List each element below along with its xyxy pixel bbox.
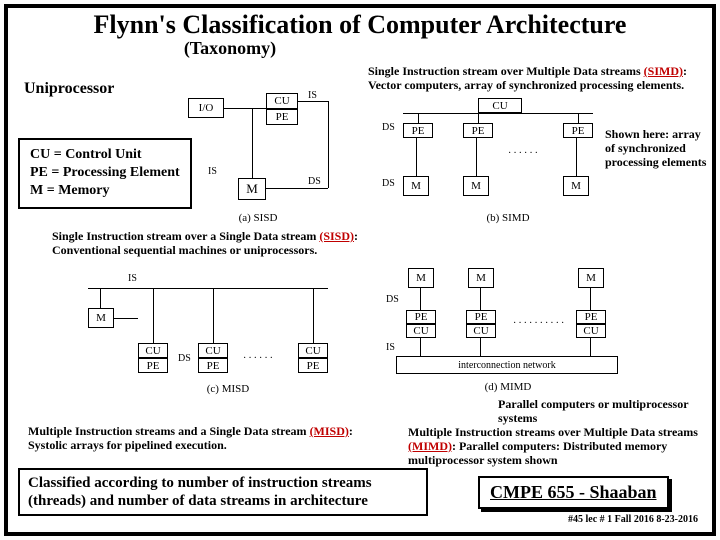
- misd-cu1: CU: [138, 343, 168, 358]
- course-box: CMPE 655 - Shaaban: [478, 476, 669, 509]
- misd-description: Multiple Instruction streams and a Singl…: [28, 425, 368, 453]
- classified-box: Classified according to number of instru…: [18, 468, 428, 516]
- footer-meta: #45 lec # 1 Fall 2016 8-23-2016: [568, 514, 698, 525]
- mimd-m3: M: [578, 268, 604, 288]
- caption-mimd: (d) MIMD: [468, 381, 548, 393]
- mimd-intercon: interconnection network: [396, 356, 618, 374]
- shown-here-note: Shown here: array of synchronized proces…: [605, 128, 710, 169]
- uniprocessor-label: Uniprocessor: [24, 80, 114, 98]
- caption-sisd: (a) SISD: [218, 212, 298, 224]
- mimd-cu2: CU: [466, 324, 496, 338]
- misd-pe1: PE: [138, 358, 168, 373]
- simd-description: Single Instruction stream over Multiple …: [368, 65, 698, 93]
- mimd-pe2: PE: [466, 310, 496, 324]
- simd-pe2: PE: [463, 123, 493, 138]
- mimd-m2: M: [468, 268, 494, 288]
- mimd-pe1: PE: [406, 310, 436, 324]
- misd-pe2: PE: [198, 358, 228, 373]
- legend-box: CU = Control Unit PE = Processing Elemen…: [18, 138, 192, 209]
- sisd-cu: CU: [266, 93, 298, 109]
- simd-pe1: PE: [403, 123, 433, 138]
- sisd-description: Single Instruction stream over a Single …: [52, 230, 382, 258]
- mimd-m1: M: [408, 268, 434, 288]
- simd-m3: M: [563, 176, 589, 196]
- mimd-pe3: PE: [576, 310, 606, 324]
- caption-misd: (c) MISD: [188, 383, 268, 395]
- misd-cu3: CU: [298, 343, 328, 358]
- mimd-description: Multiple Instruction streams over Multip…: [408, 426, 698, 467]
- simd-pe3: PE: [563, 123, 593, 138]
- sisd-pe: PE: [266, 109, 298, 125]
- parallel-note: Parallel computers or multiprocessor sys…: [498, 398, 698, 426]
- misd-cu2: CU: [198, 343, 228, 358]
- page-title: Flynn's Classification of Computer Archi…: [8, 10, 712, 40]
- mimd-cu3: CU: [576, 324, 606, 338]
- misd-pe3: PE: [298, 358, 328, 373]
- caption-simd: (b) SIMD: [468, 212, 548, 224]
- mimd-cu1: CU: [406, 324, 436, 338]
- sisd-m: M: [238, 178, 266, 200]
- page-subtitle: (Taxonomy): [0, 38, 712, 59]
- misd-m: M: [88, 308, 114, 328]
- sisd-io: I/O: [188, 98, 224, 118]
- simd-cu: CU: [478, 98, 522, 113]
- simd-m1: M: [403, 176, 429, 196]
- simd-m2: M: [463, 176, 489, 196]
